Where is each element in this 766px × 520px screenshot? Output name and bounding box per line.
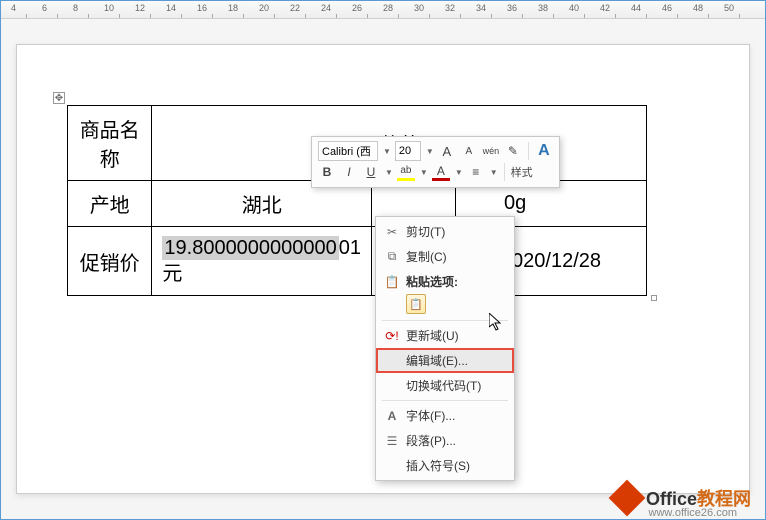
increase-font-button[interactable]: A [438, 142, 456, 160]
product-table[interactable]: 商品名 称 草莓 产地 湖北 0g 促销价 19.800000000000001… [67, 105, 647, 296]
ruler-number: 42 [600, 3, 610, 13]
scissors-icon: ✂ [382, 224, 402, 240]
ruler-number: 16 [197, 3, 207, 13]
table-row: 促销价 19.800000000000001 元 期 2020/12/28 [68, 227, 647, 296]
menu-cut[interactable]: ✂ 剪切(T) [376, 219, 514, 244]
trail-digits: 01 [339, 237, 361, 259]
menu-label: 编辑域(E)... [406, 352, 506, 369]
menu-label: 插入符号(S) [406, 457, 506, 474]
highlight-button[interactable]: ab [397, 163, 415, 181]
mini-toolbar: ▼ ▼ A A wén ✎ A B I U ▼ ab ▼ A ▼ ≡ ▼ 样式 [311, 136, 560, 188]
table-move-handle-icon[interactable]: ✥ [53, 92, 65, 104]
ruler-number: 18 [228, 3, 238, 13]
chevron-down-icon[interactable]: ▼ [490, 168, 498, 177]
ruler-number: 8 [73, 3, 78, 13]
menu-font[interactable]: A 字体(F)... [376, 403, 514, 428]
ruler-number: 24 [321, 3, 331, 13]
watermark: Office教程网 www.office26.com [614, 485, 751, 511]
ruler-number: 48 [693, 3, 703, 13]
menu-label: 剪切(T) [406, 223, 506, 240]
separator [382, 320, 508, 321]
menu-label: 粘贴选项: [406, 273, 506, 290]
menu-label: 更新域(U) [406, 327, 506, 344]
underline-button[interactable]: U [362, 163, 380, 181]
ruler-number: 4 [11, 3, 16, 13]
table-resize-handle-icon[interactable] [651, 295, 657, 301]
ruler-number: 36 [507, 3, 517, 13]
separator [382, 400, 508, 401]
blank-icon [382, 378, 402, 394]
styles-button[interactable]: 样式 [511, 163, 533, 181]
ruler-number: 10 [104, 3, 114, 13]
office-logo-icon [609, 480, 646, 517]
blank-icon [382, 458, 402, 474]
ruler-number: 44 [631, 3, 641, 13]
watermark-url: www.office26.com [649, 507, 737, 519]
chevron-down-icon[interactable]: ▼ [420, 168, 428, 177]
italic-button[interactable]: I [340, 163, 358, 181]
cell-promo-price-value[interactable]: 19.800000000000001 元 [152, 227, 372, 296]
ruler-number: 30 [414, 3, 424, 13]
menu-label: 字体(F)... [406, 407, 506, 424]
chevron-down-icon[interactable]: ▼ [383, 147, 391, 156]
menu-label: 段落(P)... [406, 432, 506, 449]
menu-paste-options-label: 📋 粘贴选项: [376, 269, 514, 294]
cell-origin-label[interactable]: 产地 [68, 181, 152, 227]
menu-label: 切换域代码(T) [406, 377, 506, 394]
paste-keep-formatting-icon[interactable]: 📋 [406, 294, 426, 314]
ruler-number: 40 [569, 3, 579, 13]
ruler-number: 28 [383, 3, 393, 13]
decrease-font-button[interactable]: A [460, 142, 478, 160]
format-painter-button[interactable]: ✎ [504, 142, 522, 160]
ruler-number: 50 [724, 3, 734, 13]
ruler-number: 20 [259, 3, 269, 13]
menu-insert-symbol[interactable]: 插入符号(S) [376, 453, 514, 478]
chevron-down-icon[interactable]: ▼ [426, 147, 434, 156]
ruler-number: 32 [445, 3, 455, 13]
bullets-button[interactable]: ≡ [467, 163, 485, 181]
cell-promo-price-label[interactable]: 促销价 [68, 227, 152, 296]
bold-button[interactable]: B [318, 163, 336, 181]
cell-product-name-label[interactable]: 商品名 称 [68, 106, 152, 181]
font-size-input[interactable] [395, 141, 421, 161]
menu-edit-field[interactable]: 编辑域(E)... [376, 348, 514, 373]
ruler-number: 34 [476, 3, 486, 13]
font-icon: A [382, 408, 402, 424]
unit-text: 元 [162, 263, 182, 285]
ruler-number: 46 [662, 3, 672, 13]
update-icon: ⟳! [382, 328, 402, 344]
ruler-number: 38 [538, 3, 548, 13]
phonetic-guide-button[interactable]: wén [482, 142, 500, 160]
edit-icon [382, 353, 402, 369]
ruler-number: 26 [352, 3, 362, 13]
chevron-down-icon[interactable]: ▼ [385, 168, 393, 177]
ruler-number: 14 [166, 3, 176, 13]
paste-options-row: 📋 [376, 294, 514, 318]
separator [528, 142, 529, 160]
paragraph-icon: ☰ [382, 433, 402, 449]
separator [504, 163, 505, 181]
menu-label: 复制(C) [406, 248, 506, 265]
selected-field-text[interactable]: 19.8000000000000 [162, 236, 338, 260]
ruler-number: 6 [42, 3, 47, 13]
font-color-button[interactable]: A [432, 163, 450, 181]
styles-icon[interactable]: A [535, 142, 553, 160]
context-menu: ✂ 剪切(T) ⧉ 复制(C) 📋 粘贴选项: 📋 ⟳! 更新域(U) 编辑域(… [375, 216, 515, 481]
clipboard-icon: 📋 [382, 274, 402, 290]
font-name-input[interactable] [318, 141, 378, 161]
ruler-number: 22 [290, 3, 300, 13]
menu-toggle-field-code[interactable]: 切换域代码(T) [376, 373, 514, 398]
menu-paragraph[interactable]: ☰ 段落(P)... [376, 428, 514, 453]
menu-update-field[interactable]: ⟳! 更新域(U) [376, 323, 514, 348]
ruler-number: 12 [135, 3, 145, 13]
horizontal-ruler[interactable]: // placeholder — ruler numbers rendered … [1, 1, 765, 19]
menu-copy[interactable]: ⧉ 复制(C) [376, 244, 514, 269]
chevron-down-icon[interactable]: ▼ [455, 168, 463, 177]
copy-icon: ⧉ [382, 249, 402, 265]
